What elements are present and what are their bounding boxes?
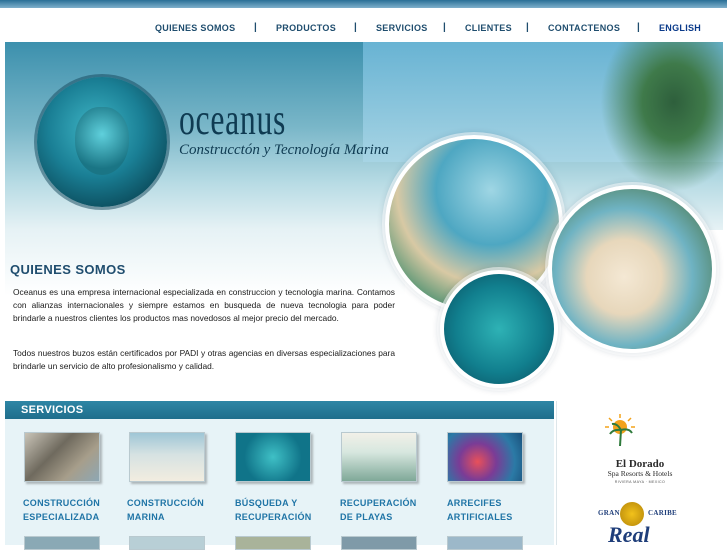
service-label-line2: RECUPERACIÓN xyxy=(235,512,312,522)
nav-separator: | xyxy=(443,22,446,33)
service-link-construccion-marina[interactable]: CONSTRUCCIÓN MARINA xyxy=(127,496,204,524)
service-thumb-row2[interactable] xyxy=(129,536,205,550)
nav-quienes-somos[interactable]: QUIENES SOMOS xyxy=(155,23,235,33)
grancaribe-word1: GRAN xyxy=(598,509,620,517)
nav-productos[interactable]: PRODUCTOS xyxy=(276,23,336,33)
service-link-busqueda-recuperacion[interactable]: BÚSQUEDA Y RECUPERACIÓN xyxy=(235,496,312,524)
service-thumb-row2[interactable] xyxy=(341,536,417,550)
nav-clientes[interactable]: CLIENTES xyxy=(465,23,512,33)
eldorado-location: RIVIERA MAYA · MEXICO xyxy=(614,480,666,484)
service-label-line2: MARINA xyxy=(127,512,165,522)
service-label-line2: ESPECIALIZADA xyxy=(23,512,100,522)
service-thumb-row2[interactable] xyxy=(24,536,100,550)
service-thumb-construccion-marina[interactable] xyxy=(129,432,205,482)
service-label-line2: DE PLAYAS xyxy=(340,512,393,522)
nav-separator: | xyxy=(526,22,529,33)
service-label-line1: CONSTRUCCIÓN xyxy=(127,498,205,508)
nav-separator: | xyxy=(354,22,357,33)
beach-photo-circle xyxy=(548,185,716,353)
top-color-band xyxy=(0,0,727,8)
eldorado-subtitle: Spa Resorts & Hotels xyxy=(607,469,673,478)
logo-title: OCEANUS xyxy=(179,95,287,144)
grancaribe-word2: CARIBE xyxy=(648,509,678,517)
sun-palm-icon xyxy=(605,414,635,446)
nav-servicios[interactable]: SERVICIOS xyxy=(376,23,428,33)
grancaribe-real: Real xyxy=(608,522,650,547)
about-paragraph-2: Todos nuestros buzos están certificados … xyxy=(13,348,395,371)
nav-contactenos[interactable]: CONTACTENOS xyxy=(548,23,620,33)
top-navigation: QUIENES SOMOS | PRODUCTOS | SERVICIOS | … xyxy=(0,8,727,42)
service-thumb-arrecifes-artificiales[interactable] xyxy=(447,432,523,482)
logo-subtitle: Construcctón y Tecnología Marina xyxy=(179,142,389,158)
about-title: QUIENES SOMOS xyxy=(10,262,126,277)
services-header-bar xyxy=(5,401,554,419)
service-label-line1: CONSTRUCCIÓN xyxy=(23,498,101,508)
palm-trees-image xyxy=(600,42,723,192)
services-title: SERVICIOS xyxy=(21,404,84,416)
neptune-face xyxy=(75,107,129,175)
neptune-medallion-icon xyxy=(37,77,167,207)
service-link-construccion-especializada[interactable]: CONSTRUCCIÓN ESPECIALIZADA xyxy=(23,496,100,524)
nav-english[interactable]: ENGLISH xyxy=(659,23,701,33)
service-label-line1: RECUPERACIÓN xyxy=(340,498,417,508)
diver-photo-circle xyxy=(440,270,558,388)
nav-separator: | xyxy=(637,22,640,33)
service-thumb-construccion-especializada[interactable] xyxy=(24,432,100,482)
service-thumb-row2[interactable] xyxy=(447,536,523,550)
service-label-line1: ARRECIFES xyxy=(447,498,502,508)
nav-separator: | xyxy=(254,22,257,33)
service-thumb-row2[interactable] xyxy=(235,536,311,550)
about-paragraph-1: Oceanus es una empresa internacional esp… xyxy=(13,287,395,323)
service-link-arrecifes-artificiales[interactable]: ARRECIFES ARTIFICIALES xyxy=(447,496,513,524)
service-link-recuperacion-playas[interactable]: RECUPERACIÓN DE PLAYAS xyxy=(340,496,417,524)
service-thumb-busqueda-recuperacion[interactable] xyxy=(235,432,311,482)
service-label-line2: ARTIFICIALES xyxy=(447,512,513,522)
service-label-line1: BÚSQUEDA Y xyxy=(235,498,298,508)
service-thumb-recuperacion-playas[interactable] xyxy=(341,432,417,482)
